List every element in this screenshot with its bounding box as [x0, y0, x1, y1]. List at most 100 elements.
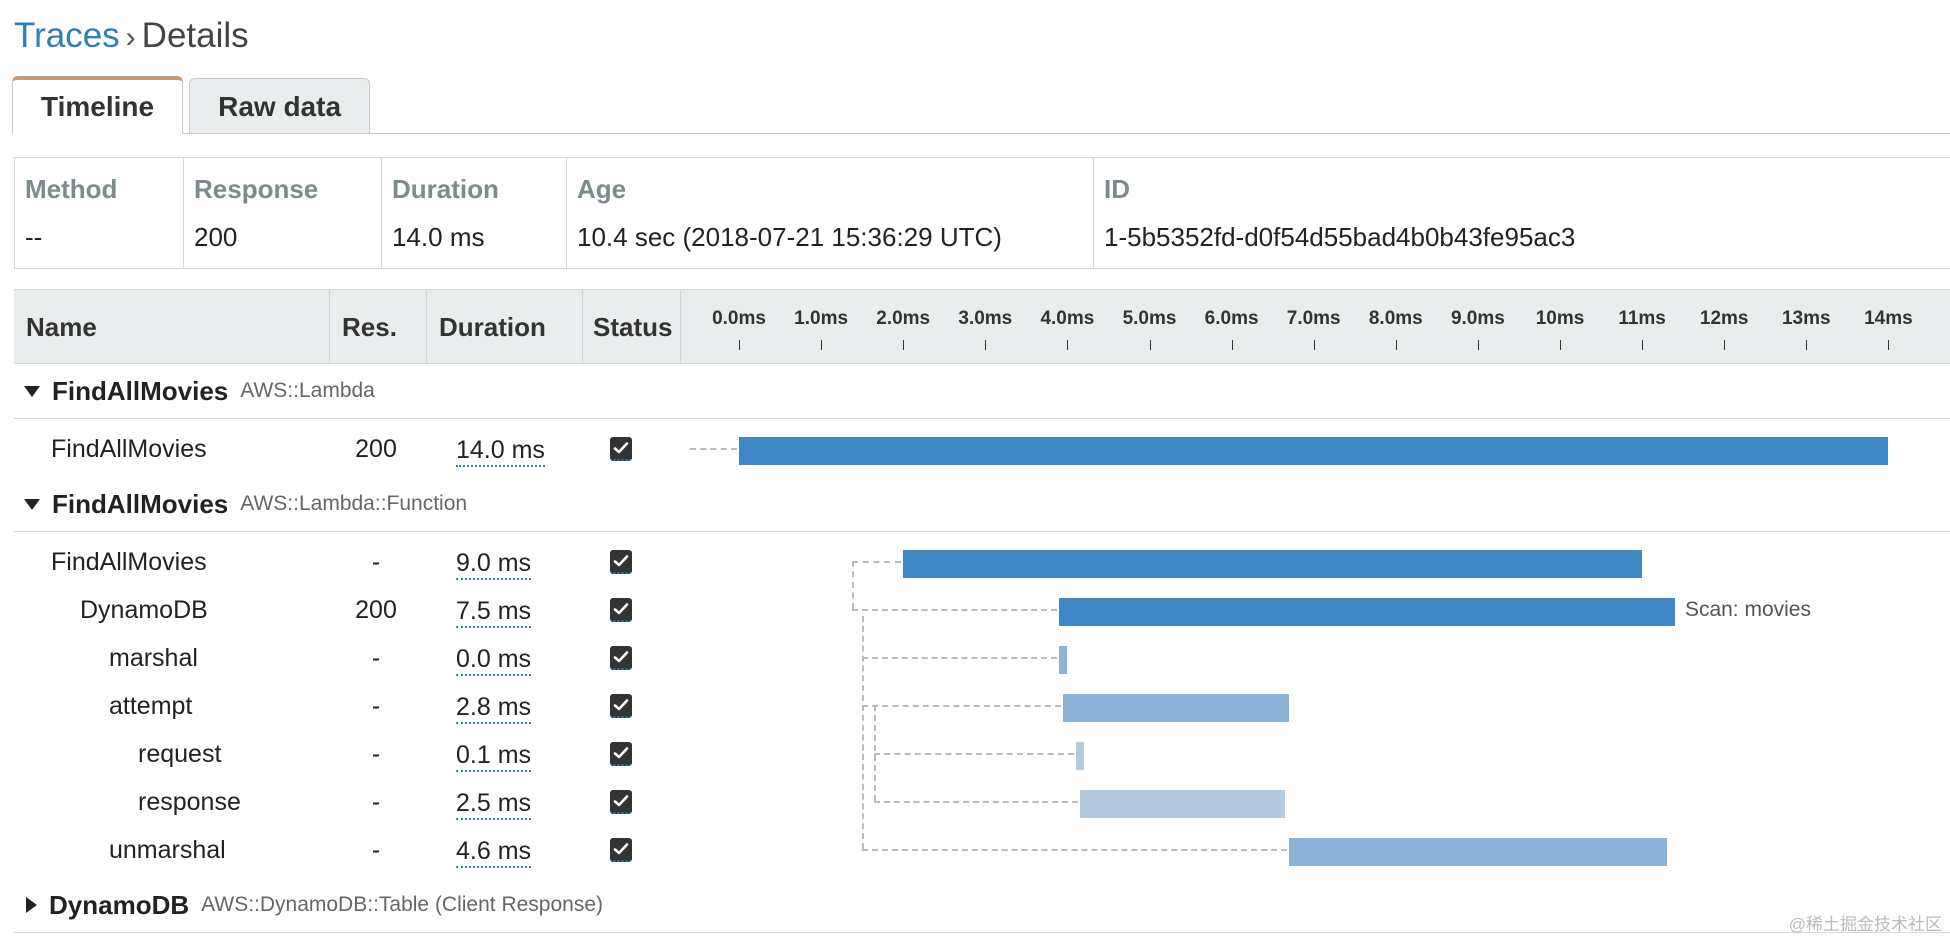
segment-name[interactable]: marshal	[109, 634, 198, 682]
segment-response-code: 200	[355, 435, 397, 463]
axis-tick-mark	[1560, 340, 1561, 350]
axis-tick-mark	[739, 340, 740, 350]
segment-timeline-bar[interactable]	[1289, 838, 1667, 866]
segment-timeline-bar[interactable]	[903, 550, 1643, 578]
summary-age-value: 10.4 sec (2018-07-21 15:36:29 UTC)	[577, 222, 1002, 252]
segment-row[interactable]: request - 0.1 ms	[14, 730, 1950, 778]
segment-timeline-bar[interactable]	[1059, 646, 1068, 674]
segment-duration[interactable]: 2.5 ms	[456, 788, 532, 820]
segment-row[interactable]: FindAllMovies - 9.0 ms	[14, 538, 1950, 586]
segment-duration[interactable]: 0.0 ms	[456, 644, 532, 676]
service-group-type: AWS::Lambda::Function	[240, 492, 468, 515]
segment-name[interactable]: FindAllMovies	[51, 425, 207, 473]
caret-down-icon[interactable]	[24, 498, 40, 510]
summary-age-label: Age	[577, 174, 627, 204]
tabs-divider	[12, 133, 1950, 134]
segment-timeline-bar[interactable]	[739, 437, 1889, 465]
segment-connector-line	[874, 801, 1078, 803]
segment-duration[interactable]: 2.8 ms	[456, 692, 532, 724]
watermark: @稀土掘金技术社区	[1788, 915, 1942, 934]
segment-name[interactable]: request	[138, 730, 221, 778]
status-ok-check-icon[interactable]	[610, 646, 632, 670]
axis-tick-label: 6.0ms	[1204, 308, 1259, 329]
segment-row[interactable]: FindAllMovies 200 14.0 ms	[14, 425, 1950, 473]
segment-timeline-bar[interactable]	[1063, 694, 1290, 722]
summary-duration-label: Duration	[392, 174, 499, 204]
axis-tick-mark	[821, 340, 823, 350]
service-group-name: FindAllMovies	[52, 375, 229, 406]
segment-timeline-bar[interactable]	[1059, 598, 1675, 626]
segment-connector-line	[874, 705, 876, 801]
segment-name[interactable]: response	[138, 778, 241, 826]
summary-method-label: Method	[25, 174, 118, 204]
axis-tick-label: 12ms	[1699, 308, 1749, 329]
segment-name[interactable]: DynamoDB	[80, 586, 208, 634]
summary-response: Response 200	[184, 158, 382, 268]
breadcrumb: Traces › Details	[14, 14, 249, 60]
segment-response-code: -	[371, 788, 381, 816]
column-header-status[interactable]: Status	[583, 290, 681, 364]
status-ok-check-icon[interactable]	[610, 437, 632, 461]
segment-connector-line	[852, 561, 902, 563]
timeline-axis: 0.0ms 1.0ms 2.0ms 3.0ms 4.0ms 5.0ms 6.0ms 7.0ms…	[681, 290, 1950, 364]
status-ok-check-icon[interactable]	[610, 598, 632, 622]
caret-right-icon[interactable]	[26, 897, 37, 913]
summary-id: ID 1-5b5352fd-d0f54d55bad4b0b43fe95ac3	[1094, 158, 1950, 268]
service-group-header[interactable]: DynamoDB AWS::DynamoDB::Table (Client Res…	[14, 878, 1950, 933]
service-group-header[interactable]: FindAllMovies AWS::Lambda	[14, 364, 1950, 419]
summary-id-label: ID	[1104, 174, 1130, 204]
segment-duration[interactable]: 0.1 ms	[456, 740, 532, 772]
axis-tick-label: 9.0ms	[1450, 308, 1505, 329]
timeline-table: Name Res. Duration Status 0.0ms 1.0ms 2.0m…	[14, 289, 1950, 939]
tab-raw-data[interactable]: Raw data	[189, 78, 371, 134]
axis-tick-mark	[1313, 340, 1315, 350]
table-bottom-divider	[14, 933, 1950, 934]
segment-row[interactable]: attempt - 2.8 ms	[14, 682, 1950, 730]
axis-tick-label: 1.0ms	[794, 308, 849, 329]
service-group-name: FindAllMovies	[52, 488, 229, 519]
segment-row[interactable]: unmarshal - 4.6 ms	[14, 826, 1950, 874]
segment-row[interactable]: marshal - 0.0 ms	[14, 634, 1950, 682]
segment-name[interactable]: FindAllMovies	[51, 538, 207, 586]
segment-duration[interactable]: 7.5 ms	[456, 596, 532, 628]
column-header-duration[interactable]: Duration	[427, 290, 583, 364]
segment-timeline-bar[interactable]	[1079, 790, 1285, 818]
caret-down-icon[interactable]	[24, 385, 40, 397]
segment-response-code: -	[371, 644, 381, 672]
status-ok-check-icon[interactable]	[610, 790, 632, 814]
segment-name[interactable]: unmarshal	[109, 826, 226, 874]
axis-tick-label: 13ms	[1781, 308, 1831, 329]
status-ok-check-icon[interactable]	[610, 550, 632, 574]
breadcrumb-traces-link[interactable]: Traces	[14, 16, 120, 55]
segment-response-code: -	[371, 740, 381, 768]
segment-duration[interactable]: 14.0 ms	[456, 435, 545, 467]
segment-timeline-bar[interactable]	[1075, 742, 1084, 770]
status-ok-check-icon[interactable]	[610, 694, 632, 718]
status-ok-check-icon[interactable]	[610, 742, 632, 766]
segment-duration[interactable]: 9.0 ms	[456, 548, 532, 580]
segment-row[interactable]: DynamoDB 200 7.5 ms Scan: movies	[14, 586, 1950, 634]
segment-duration[interactable]: 4.6 ms	[456, 836, 532, 868]
axis-tick-mark	[1477, 340, 1479, 350]
status-ok-check-icon[interactable]	[610, 838, 632, 862]
summary-duration-value: 14.0 ms	[392, 222, 485, 252]
summary-method-value: --	[25, 222, 43, 252]
timeline-header: Name Res. Duration Status 0.0ms 1.0ms 2.0m…	[14, 289, 1950, 364]
segment-row[interactable]: response - 2.5 ms	[14, 778, 1950, 826]
summary-method: Method --	[15, 158, 184, 268]
axis-tick-label: 2.0ms	[876, 308, 931, 329]
axis-tick-mark	[985, 340, 987, 350]
axis-tick-label: 5.0ms	[1122, 308, 1177, 329]
summary-response-label: Response	[194, 174, 319, 204]
summary-duration: Duration 14.0 ms	[382, 158, 567, 268]
column-header-res[interactable]: Res.	[330, 290, 427, 364]
service-group-header[interactable]: FindAllMovies AWS::Lambda::Function	[14, 477, 1950, 532]
service-group-type: AWS::Lambda	[240, 379, 375, 402]
axis-tick-mark	[903, 340, 905, 350]
tab-timeline[interactable]: Timeline	[12, 76, 184, 134]
column-header-name[interactable]: Name	[14, 290, 330, 364]
tab-bar: Timeline Raw data	[12, 76, 376, 134]
trace-summary: Method -- Response 200 Duration 14.0 ms …	[14, 157, 1950, 269]
summary-response-value: 200	[194, 222, 238, 252]
segment-name[interactable]: attempt	[109, 682, 192, 730]
